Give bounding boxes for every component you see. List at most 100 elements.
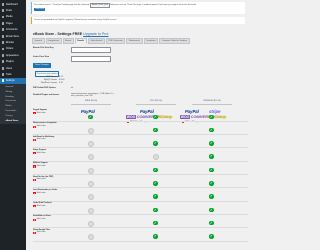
dashboard-icon (1, 2, 5, 6)
page-title: eBook Store - Settings FREE Upgrade to P… (33, 32, 109, 36)
woo-logo-box: WOO (180, 115, 191, 119)
stripe-logo-premium: stripe (209, 109, 220, 114)
not-included-icon (88, 234, 94, 241)
watch-video-link[interactable]: Watch video (33, 218, 46, 222)
included-check-icon: ✓ (209, 181, 214, 186)
not-included-icon (153, 154, 159, 161)
watch-video-link[interactable]: Watch video (33, 178, 46, 182)
media-icon (1, 15, 5, 19)
watch-video-label: Watch video (36, 179, 46, 181)
youtube-play-icon (33, 205, 37, 209)
not-included-icon (88, 220, 94, 227)
watch-video-link[interactable]: Watch video (33, 112, 46, 115)
affiliate-logo-text: Affiliate Manager (184, 121, 200, 124)
included-check-icon: ✓ (153, 141, 158, 146)
post-size-input[interactable] (71, 55, 111, 62)
included-check-icon: ✓ (209, 220, 214, 226)
paypal-logo-text: PayPal (185, 109, 199, 114)
main-content: You need to create a "Thank you" landing… (26, 0, 250, 250)
youtube-play-icon (33, 152, 37, 155)
sidebar-item-label: Ebooks (5, 41, 14, 45)
not-included-icon (88, 194, 94, 201)
watch-video-link[interactable]: Watch video (33, 231, 46, 235)
youtube-play-icon (33, 218, 37, 222)
watch-video-label: Watch video (36, 126, 46, 128)
included-check-icon: ✓ (153, 181, 158, 186)
not-included-icon (88, 207, 94, 214)
php-version-value: 8.1.2 (59, 76, 64, 78)
submenu-ebook-store[interactable]: eBook Store (0, 119, 26, 124)
disabled-plugins-value-2: max_execution_time: 300 (71, 95, 93, 97)
page-icon (1, 21, 5, 25)
stripe-logo-text: stripe (209, 109, 221, 114)
tab-pdf-protection[interactable]: PDF Protection (105, 37, 126, 45)
settings-icon (1, 79, 5, 83)
watch-video-link[interactable]: Watch video (33, 125, 46, 129)
included-check-icon: ✓ (209, 194, 214, 199)
sidebar-item-label: Pages (5, 21, 13, 25)
watch-video-label: Watch video (36, 205, 46, 207)
wp-version-label: WordPress Version (40, 82, 57, 84)
tab-emails[interactable]: Emails (74, 37, 87, 45)
feature-title: Show/Hide on Store (33, 215, 51, 218)
feature-title: Paypal Support (33, 109, 47, 111)
sidebar-item-label: Orders (5, 47, 14, 51)
affiliate-logo-pro: WP Affiliate Manager (127, 121, 148, 124)
included-check-icon: ✓ (153, 220, 158, 226)
tab-integrations[interactable]: Integrations (45, 37, 62, 45)
youtube-play-icon (33, 231, 37, 235)
tab-ebook[interactable]: Ebook (62, 37, 74, 45)
sidebar-item-label: Posts (5, 9, 12, 13)
plugin-icon (1, 60, 5, 64)
included-check-icon: ✓ (153, 194, 158, 199)
user-icon (1, 66, 5, 70)
included-check-icon: ✓ (209, 154, 214, 159)
tab-compare-table[interactable]: Compare Table for Vendors (159, 37, 190, 45)
size-key-input[interactable] (71, 46, 111, 53)
watch-video-link[interactable]: Watch video (33, 152, 46, 155)
watch-video-link[interactable]: Watch video (33, 205, 46, 209)
save-changes-button[interactable]: Save Changes (33, 63, 51, 68)
tab-general[interactable]: General (32, 37, 45, 45)
pin-icon (1, 9, 5, 12)
watch-video-link[interactable]: Watch video (33, 165, 46, 169)
settings-tabs: General Integrations Ebook Emails Order … (32, 37, 190, 45)
mysql-version-label: MySQL Version (43, 79, 57, 81)
watch-video-label: Watch video (36, 152, 46, 154)
notice-text: You are not permitted to use PayPal's pa… (34, 18, 117, 21)
sidebar-item-label: Plugins (5, 60, 14, 64)
tab-order-emails[interactable]: Order Emails (87, 37, 105, 45)
sidebar-item-label: Media (5, 15, 13, 19)
plan-premium-header: PREMIUM ($79.00) (203, 100, 221, 102)
brush-icon (1, 53, 5, 57)
included-check-icon: ✓ (209, 234, 214, 239)
watch-video-label: Watch video (36, 165, 46, 167)
tab-templates[interactable]: Templates (143, 37, 159, 45)
not-included-icon (88, 141, 94, 148)
youtube-play-icon (33, 192, 37, 195)
tab-watermarks[interactable]: Watermarks (126, 37, 143, 45)
paypal-logo-text: PayPal (81, 109, 95, 114)
mysql-version-value: 8.0.30 (59, 79, 65, 81)
watch-video-label: Watch video (36, 139, 46, 141)
included-check-icon: ✓ (209, 207, 214, 213)
notice-text: You need to create a "Thank you" landing… (34, 4, 90, 6)
paypal-logo-text: PayPal (140, 109, 154, 114)
feature-title: Affiliate Support (33, 162, 48, 165)
field-label-post-size: Links Post Size (33, 56, 50, 58)
included-check-icon: ✓ (153, 114, 158, 120)
show-help-button[interactable]: Show Help (34, 7, 46, 11)
feature-title: Show Bought Files (33, 228, 51, 231)
shortcode-field[interactable]: [ebook_thank_you] (89, 3, 110, 8)
included-check-icon: ✓ (209, 141, 214, 146)
included-check-icon: ✓ (209, 114, 214, 120)
upgrade-link[interactable]: Upgrade to Pro! (83, 32, 108, 36)
gd-options-value: ok (71, 87, 73, 89)
watch-video-link[interactable]: Watch video (33, 138, 46, 142)
feature-title: Limit Downloads per Order (33, 188, 58, 191)
feature-title: Woocommerce Integration (33, 122, 57, 125)
plan-free-header: FREE ($0.00) (84, 100, 98, 102)
page-title-text: eBook Store - Settings FREE (33, 31, 83, 36)
watch-video-link[interactable]: Watch video (33, 192, 46, 195)
included-check-icon: ✓ (153, 207, 158, 213)
